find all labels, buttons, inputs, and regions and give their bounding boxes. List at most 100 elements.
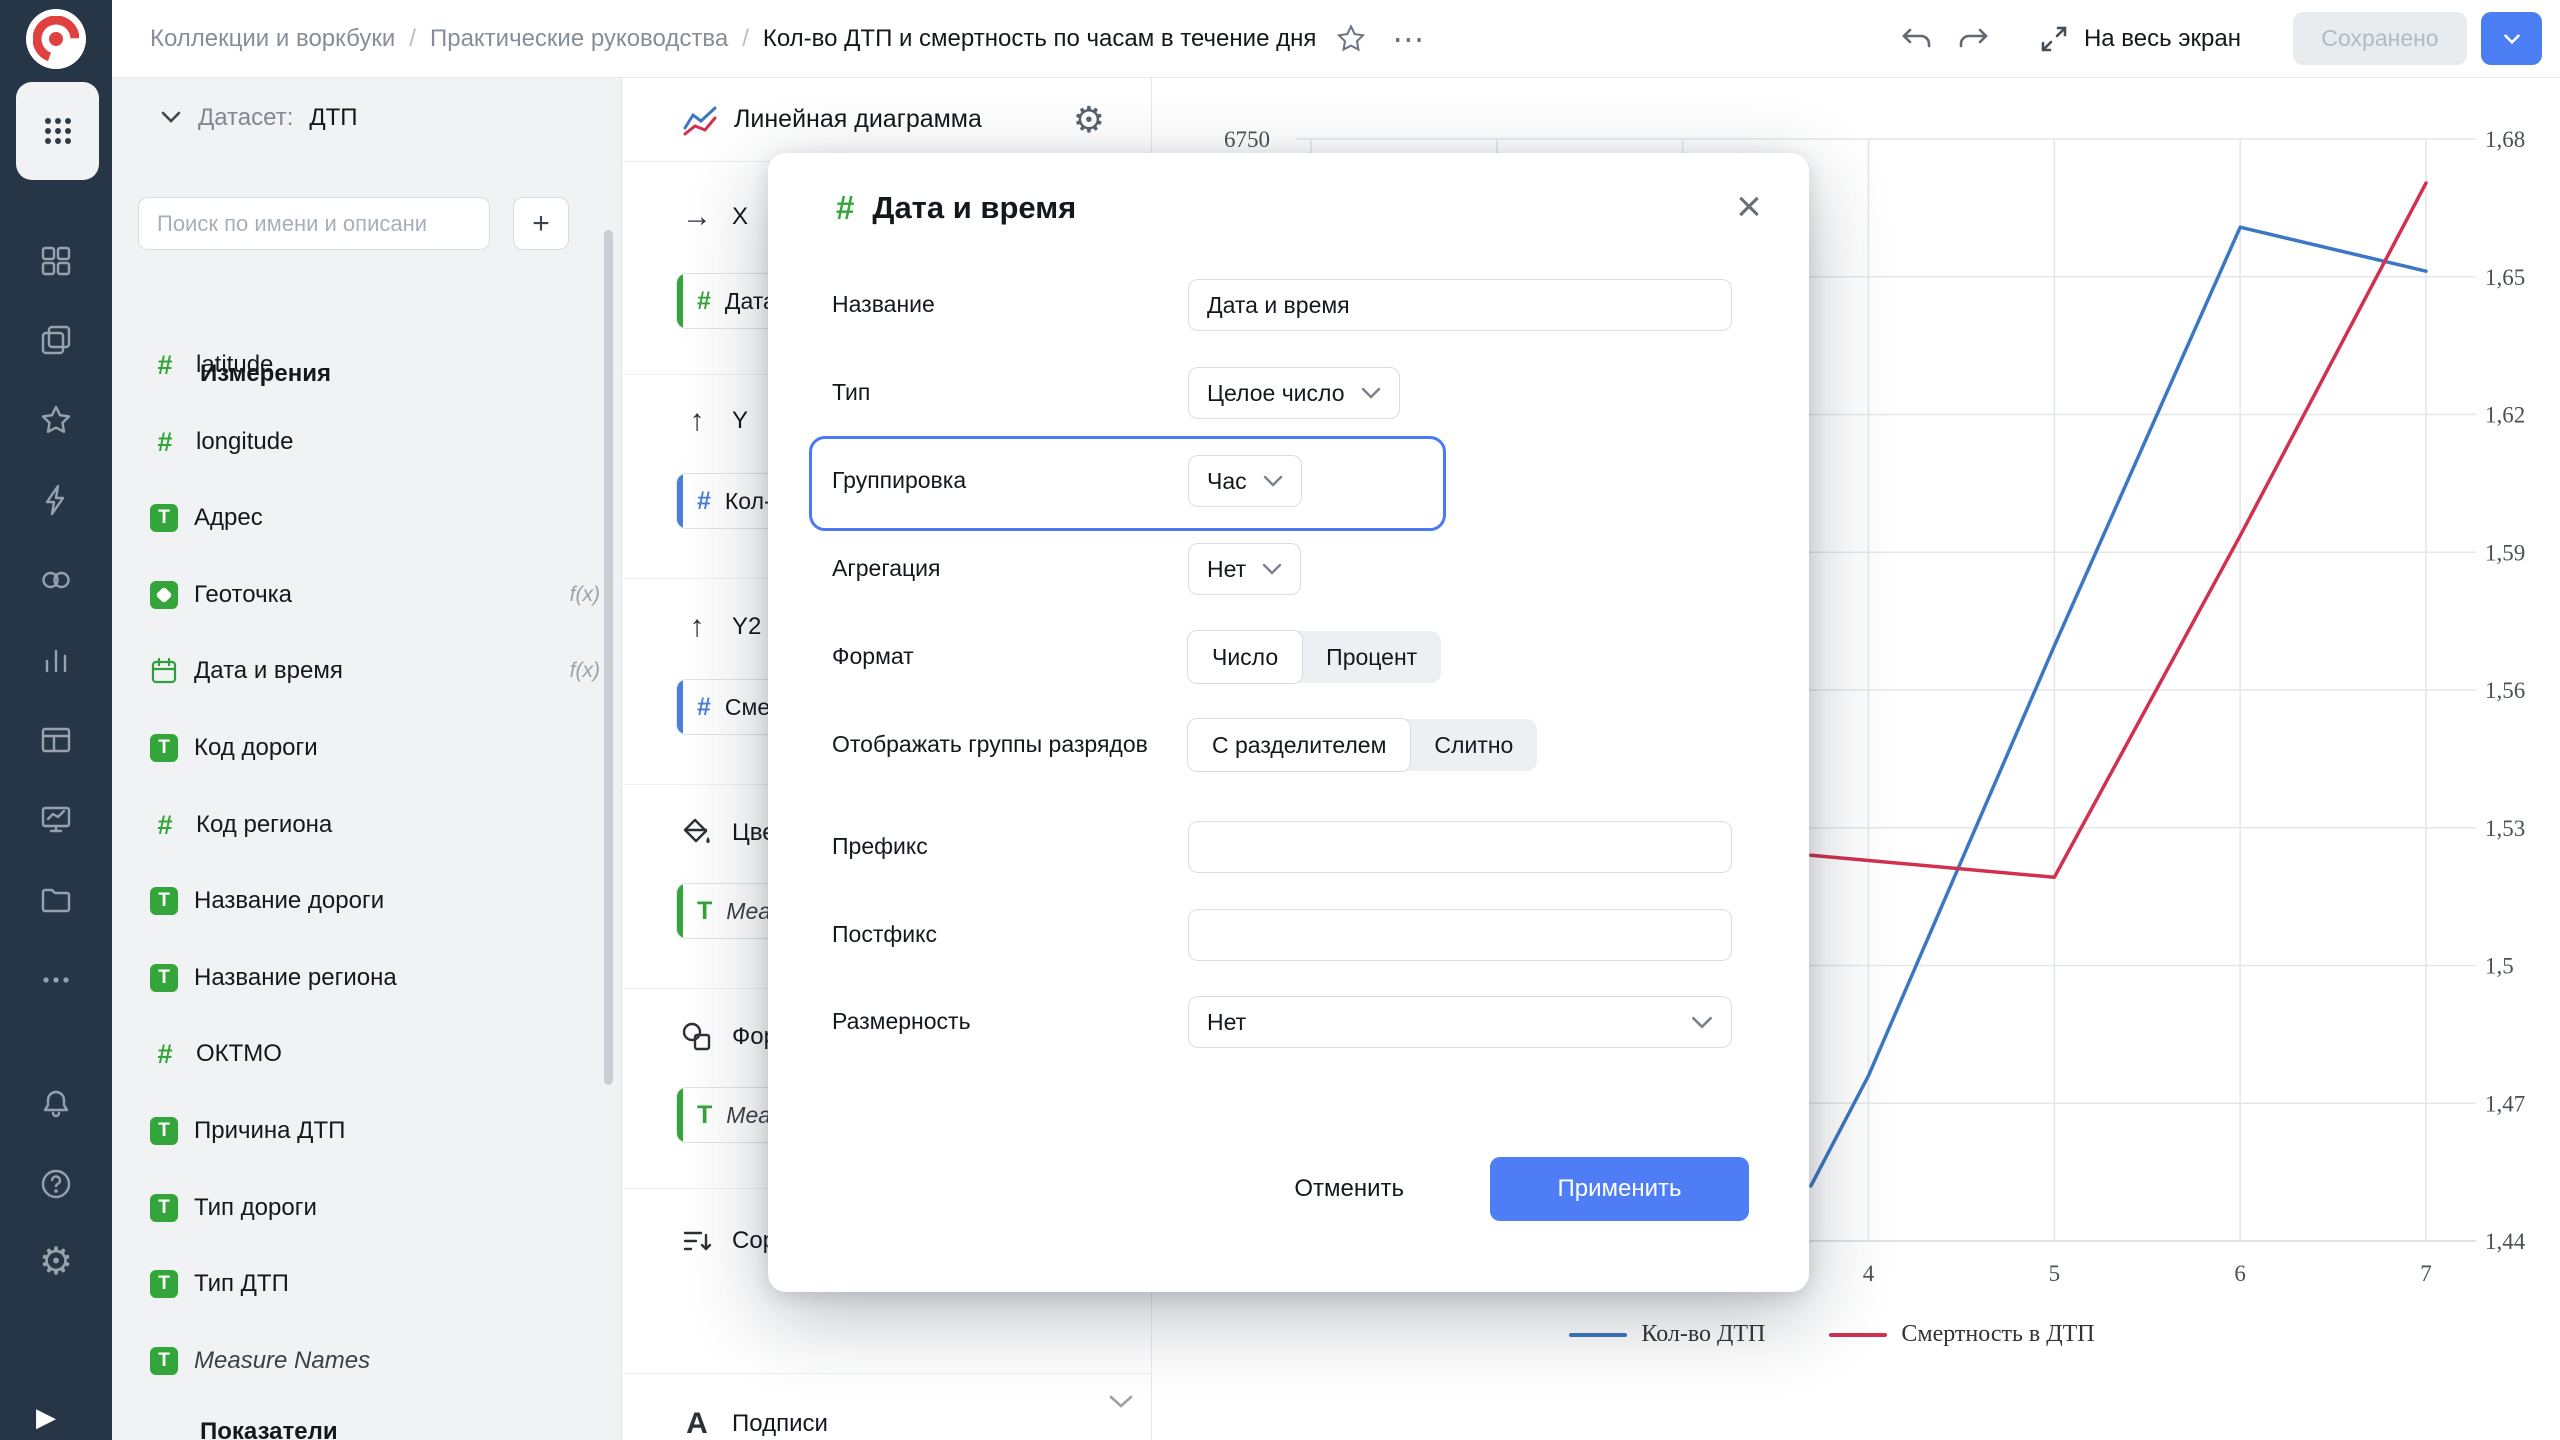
prefix-input[interactable] (1188, 821, 1732, 873)
scrollbar[interactable] (604, 230, 613, 1085)
section-6[interactable]: A Подписи (678, 1400, 1118, 1440)
editor-monitor-icon[interactable] (39, 803, 73, 837)
text-field-icon: T (150, 504, 178, 532)
colors-icon (683, 818, 710, 843)
files-folder-icon[interactable] (39, 883, 73, 917)
chevron-down-icon (1692, 1016, 1712, 1029)
favorite-star-button[interactable] (1336, 23, 1366, 54)
legend-item[interactable]: Кол-во ДТП (1569, 1321, 1765, 1348)
aggregation-select[interactable]: Нет (1188, 543, 1302, 595)
notifications-bell-icon[interactable] (39, 1087, 73, 1121)
breadcrumb-separator: / (409, 24, 416, 52)
dashboards-grid-icon[interactable] (39, 244, 73, 278)
apps-grid-icon[interactable] (16, 82, 99, 180)
field-row[interactable]: T Причина ДТП (140, 1103, 610, 1159)
svg-text:1,62: 1,62 (2485, 403, 2525, 428)
run-play-icon[interactable]: ▶ (36, 1402, 56, 1433)
svg-text:6750: 6750 (1224, 127, 1270, 152)
field-row[interactable]: T Код дороги (140, 720, 610, 776)
chevron-down-icon (1262, 563, 1282, 575)
y-axis-icon: ↑ (689, 610, 705, 643)
quick-bolt-icon[interactable] (39, 483, 73, 517)
svg-text:1,68: 1,68 (2485, 127, 2525, 152)
close-button[interactable]: × (1723, 181, 1775, 233)
undo-icon (1902, 28, 1931, 47)
cancel-button[interactable]: Отменить (1258, 1157, 1440, 1221)
digit-groups-option-plain[interactable]: Слитно (1410, 719, 1537, 771)
dataset-selector[interactable]: Датасет: ДТП (112, 92, 358, 144)
save-menu-button[interactable] (2481, 12, 2542, 65)
text-field-icon: T (150, 1270, 178, 1298)
field-row[interactable]: T Тип дороги (140, 1180, 610, 1236)
field-row[interactable]: # longitude (140, 414, 610, 470)
field-row[interactable]: # Код региона (140, 797, 610, 853)
labels-icon: A (686, 1407, 708, 1440)
field-row[interactable]: Геоточка f(x) (140, 567, 610, 623)
number-field-icon: # (157, 1038, 173, 1069)
field-row[interactable]: T Адрес (140, 490, 610, 546)
number-field-icon: # (836, 189, 855, 226)
svg-text:1,56: 1,56 (2485, 678, 2525, 703)
fullscreen-button[interactable]: На весь экран (2032, 22, 2247, 56)
app-window: 1,68 1,65 1,62 1,59 1,56 1,53 1,5 1,47 1,44 4 5 6 7 6… (0, 0, 2560, 1440)
digit-groups-option-separator[interactable]: С разделителем (1187, 718, 1412, 772)
scroll-more-icon[interactable] (1108, 1394, 1134, 1415)
field-row[interactable]: # latitude (140, 337, 610, 393)
favorites-star-icon[interactable] (39, 403, 73, 437)
svg-text:6: 6 (2234, 1261, 2246, 1286)
undo-button[interactable] (1898, 24, 1932, 54)
more-dots-icon[interactable] (39, 963, 73, 997)
field-row[interactable]: T Название региона (140, 950, 610, 1006)
chevron-down-icon (1361, 387, 1380, 399)
breadcrumb-item-guides[interactable]: Практические руководства (430, 25, 728, 53)
svg-text:7: 7 (2420, 1261, 2432, 1286)
svg-text:4: 4 (1863, 1261, 1875, 1286)
format-label: Формат (832, 643, 914, 670)
field-settings-dialog: # Дата и время × Название Тип Целое числ… (768, 153, 1809, 1292)
redo-icon (1959, 28, 1988, 47)
prefix-label: Префикс (832, 833, 928, 860)
datasets-table-icon[interactable] (39, 723, 73, 757)
more-menu-button[interactable]: ⋯ (1392, 23, 1424, 55)
type-select[interactable]: Целое число (1188, 367, 1400, 419)
charts-bars-icon[interactable] (39, 643, 73, 677)
postfix-input[interactable] (1188, 909, 1732, 961)
add-field-button[interactable]: + (513, 197, 569, 250)
text-field-icon: T (150, 734, 178, 762)
format-option-number[interactable]: Число (1187, 630, 1304, 684)
text-field-icon: T (150, 964, 178, 992)
saved-button: Сохранено (2293, 12, 2467, 65)
grouping-select[interactable]: Час (1188, 455, 1302, 507)
field-row[interactable]: T Название дороги (140, 873, 610, 929)
chart-config-header: Линейная диаграмма ⚙ (622, 78, 1151, 162)
field-row[interactable]: # ОКТМО (140, 1026, 610, 1082)
search-input[interactable] (138, 197, 490, 250)
connections-rings-icon[interactable] (39, 563, 73, 597)
number-field-icon: # (157, 809, 173, 840)
postfix-label: Постфикс (832, 921, 937, 948)
gear-icon[interactable]: ⚙ (1073, 101, 1105, 138)
svg-text:1,65: 1,65 (2485, 265, 2525, 290)
dataset-label: Датасет: (198, 104, 294, 131)
number-field-icon: # (157, 426, 173, 457)
name-input[interactable] (1188, 279, 1732, 331)
redo-button[interactable] (1958, 24, 1992, 54)
name-label: Название (832, 291, 935, 318)
chart-type-title[interactable]: Линейная диаграмма (734, 105, 982, 134)
breadcrumb-separator: / (742, 24, 749, 52)
expand-icon (2041, 26, 2067, 51)
apply-button[interactable]: Применить (1490, 1157, 1749, 1221)
legend-item[interactable]: Смертность в ДТП (1829, 1321, 2095, 1348)
collections-layers-icon[interactable] (39, 323, 73, 357)
breadcrumb-item-collections[interactable]: Коллекции и воркбуки (150, 25, 395, 53)
grouping-label: Группировка (832, 467, 967, 494)
dimension-select[interactable]: Нет (1188, 996, 1732, 1048)
format-option-percent[interactable]: Процент (1302, 631, 1441, 683)
field-row[interactable]: T Measure Names (140, 1333, 610, 1389)
help-question-icon[interactable] (39, 1167, 73, 1201)
field-row[interactable]: T Тип ДТП (140, 1256, 610, 1312)
datalens-logo-icon[interactable] (26, 9, 86, 69)
settings-gear-icon[interactable]: ⚙ (39, 1243, 73, 1281)
svg-text:5: 5 (2049, 1261, 2061, 1286)
field-row[interactable]: Дата и время f(x) (140, 643, 610, 699)
